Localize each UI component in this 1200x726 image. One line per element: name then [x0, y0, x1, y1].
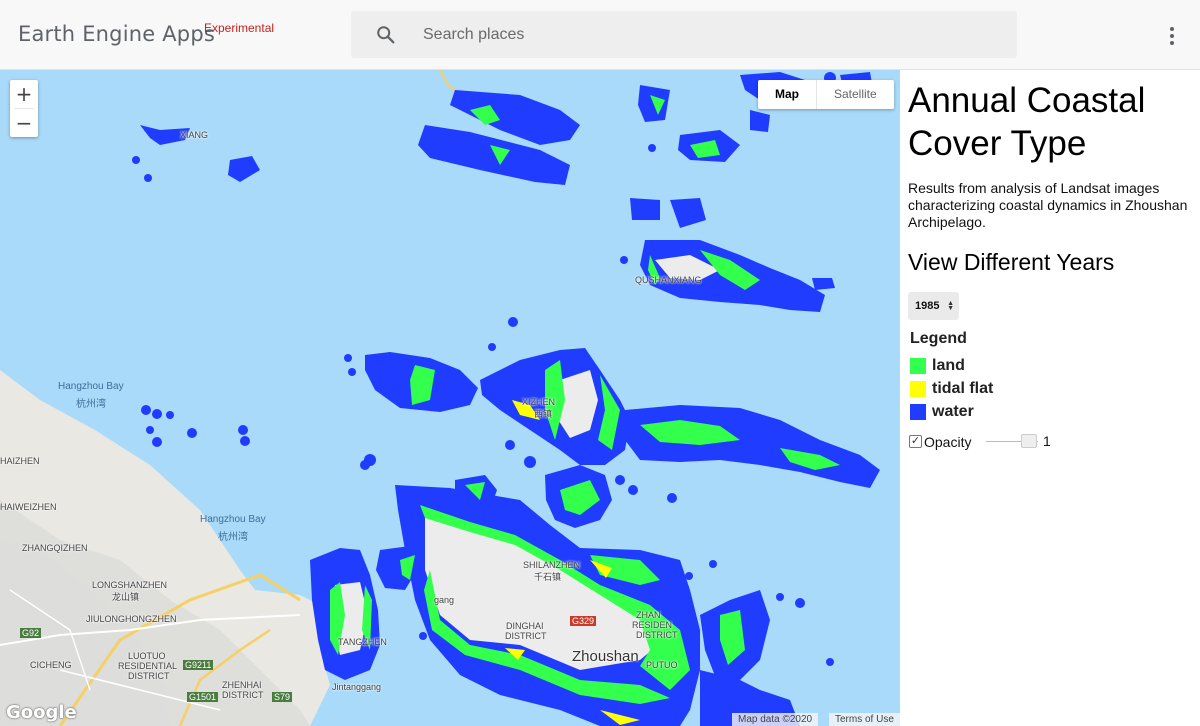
- label-shilanzhen: SHILANZHEN: [523, 560, 581, 570]
- app-title[interactable]: Earth Engine Apps: [18, 22, 215, 46]
- label-zhangqizhen: ZHANGQIZHEN: [22, 543, 88, 553]
- opacity-control: ✓ Opacity: [909, 433, 971, 450]
- label-qushanxiang: QUSHANXIANG: [635, 275, 702, 285]
- legend-swatch-tidal-flat: [910, 380, 926, 397]
- opacity-value: 1: [1043, 433, 1051, 449]
- legend-item-land: land: [910, 357, 965, 374]
- map-type-satellite-button[interactable]: Satellite: [816, 80, 894, 109]
- year-select-value: 1985: [915, 300, 940, 312]
- panel-subtitle: View Different Years: [908, 249, 1115, 275]
- label-cicheng: CICHENG: [30, 660, 72, 670]
- label-jiulongzhen: JIULONGHONGZHEN: [86, 614, 177, 624]
- label-hangzhou-bay-2: Hangzhou Bay: [200, 514, 266, 525]
- label-putuo: PUTUO: [646, 660, 678, 670]
- label-longshanzhen: LONGSHANZHEN: [92, 580, 168, 590]
- label-haizhen: HAIZHEN: [0, 456, 40, 466]
- label-jintanggang: Jintanggang: [332, 682, 382, 692]
- legend-swatch-water: [910, 403, 926, 420]
- road-shield-g92: G92: [20, 628, 42, 638]
- label-xizhen: XIZHEN: [522, 397, 556, 407]
- terms-of-use-link[interactable]: Terms of Use: [829, 713, 900, 726]
- legend-label-water: water: [932, 402, 974, 420]
- search-icon[interactable]: [375, 24, 397, 46]
- label-district-2: DISTRICT: [222, 690, 264, 700]
- label-district-3: DISTRICT: [505, 631, 547, 641]
- legend-item-tidal-flat: tidal flat: [910, 380, 993, 397]
- zoom-in-button[interactable]: +: [10, 80, 38, 108]
- search-box: [351, 11, 1017, 58]
- experimental-tag: Experimental: [204, 21, 275, 35]
- road-shield-g329: G329: [570, 616, 597, 626]
- zoom-control: + −: [10, 80, 38, 137]
- opacity-checkbox[interactable]: ✓: [909, 435, 922, 448]
- legend-item-water: water: [910, 403, 974, 420]
- panel-title: Annual Coastal Cover Type: [908, 81, 1146, 163]
- map-data-attribution[interactable]: Map data ©2020: [732, 713, 819, 726]
- opacity-label: Opacity: [924, 433, 972, 450]
- label-xiang: XIANG: [180, 130, 209, 140]
- map-canvas[interactable]: G92 G9211 G1501 S79 G329 Hangzhou Bay 杭州…: [0, 70, 900, 726]
- map-type-map-button[interactable]: Map: [758, 80, 816, 109]
- more-vert-icon[interactable]: [1158, 22, 1186, 50]
- legend-label-tidal-flat: tidal flat: [932, 379, 994, 397]
- opacity-slider-thumb[interactable]: [1021, 434, 1037, 448]
- side-panel: [900, 70, 1200, 726]
- road-shield-s79: S79: [272, 692, 293, 702]
- legend-title: Legend: [910, 330, 967, 347]
- select-arrows-icon: ▲ ▼: [947, 300, 954, 312]
- label-zhenhai: ZHENHAI: [222, 680, 262, 690]
- label-residen: RESIDEN: [632, 620, 673, 630]
- legend-swatch-land: [910, 357, 926, 374]
- label-hangzhou-bay: Hangzhou Bay: [58, 381, 124, 392]
- label-haiweizhen: HAIWEIZHEN: [0, 502, 57, 512]
- app-header: Earth Engine Apps Experimental: [0, 0, 1200, 70]
- label-residential: RESIDENTIAL: [118, 661, 178, 671]
- label-hangzhou-bay-cn: 杭州湾: [76, 399, 106, 410]
- label-shilan-cn: 千石镇: [534, 572, 562, 582]
- label-dinghai: DINGHAI: [506, 621, 544, 631]
- search-input[interactable]: [423, 11, 1003, 58]
- map-type-control: Map Satellite: [758, 80, 894, 109]
- label-hangzhou-bay-2-cn: 杭州湾: [218, 532, 248, 543]
- year-select[interactable]: 1985 ▲ ▼: [908, 292, 959, 320]
- road-shield-g9211: G9211: [183, 660, 214, 670]
- road-shield-g1501: G1501: [187, 692, 219, 702]
- label-luotuo: LUOTUO: [128, 651, 166, 661]
- label-gang: gang: [434, 595, 455, 605]
- label-tangzhen: TANGZHEN: [338, 637, 387, 647]
- label-xi-cn: 西镇: [534, 409, 553, 419]
- label-zhoushan: Zhoushan: [572, 648, 639, 665]
- legend-label-land: land: [932, 356, 965, 374]
- label-district-4: DISTRICT: [636, 630, 678, 640]
- map-tiles: [0, 70, 880, 726]
- label-longshan-cn: 龙山镇: [112, 592, 140, 602]
- label-zhan: ZHAN: [636, 610, 661, 620]
- zoom-out-button[interactable]: −: [10, 109, 38, 137]
- label-district-1: DISTRICT: [128, 671, 170, 681]
- google-logo[interactable]: Google: [6, 702, 77, 723]
- panel-description: Results from analysis of Landsat images …: [908, 180, 1188, 230]
